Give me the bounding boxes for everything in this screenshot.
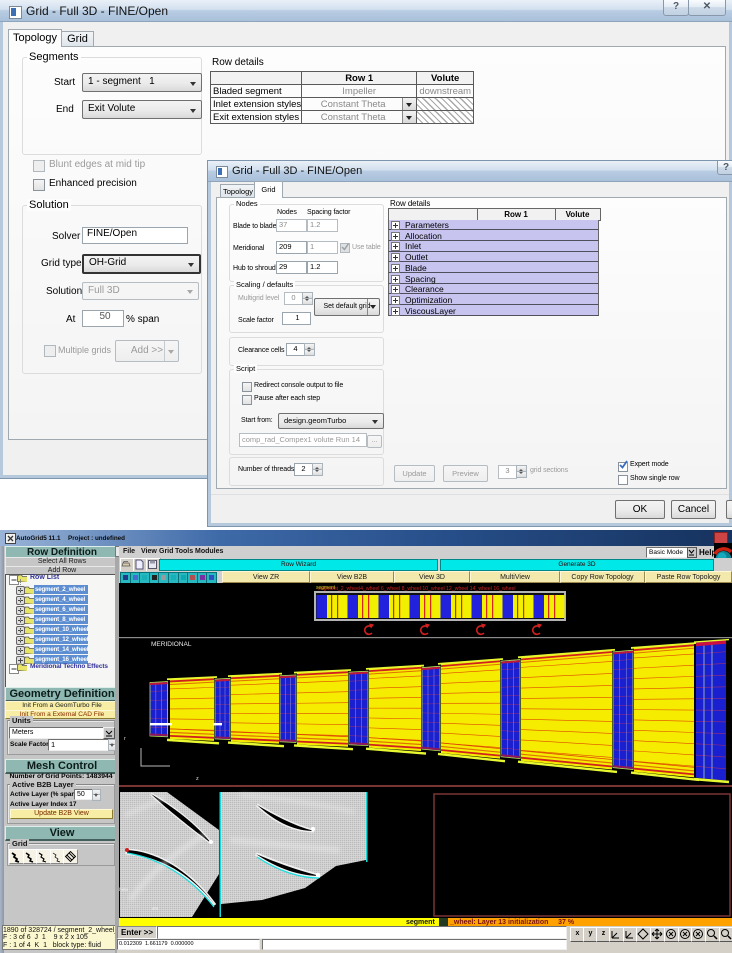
svg-text:dm: dm: [152, 906, 159, 911]
svg-text:theta: theta: [119, 887, 129, 892]
svg-text:segment: segment: [316, 585, 336, 591]
svg-text:z: z: [196, 776, 199, 782]
svg-text:MERIDIONAL: MERIDIONAL: [151, 641, 192, 648]
svg-text:r: r: [124, 736, 126, 742]
